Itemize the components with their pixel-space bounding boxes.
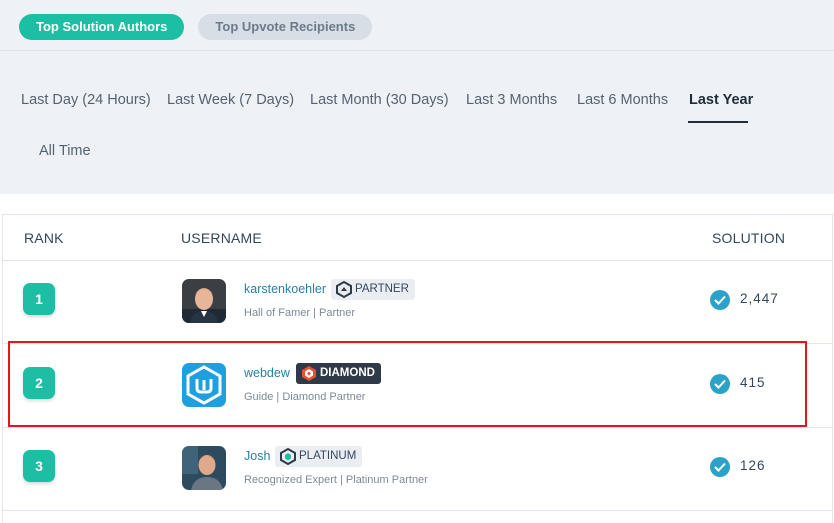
active-period-underline: [688, 121, 748, 123]
username-link[interactable]: webdew: [244, 366, 290, 380]
solution-count: 415: [740, 375, 766, 390]
check-icon: [710, 290, 730, 310]
tab-top-upvote-recipients[interactable]: Top Upvote Recipients: [198, 14, 373, 40]
leaderboard-tabs: Top Solution Authors Top Upvote Recipien…: [19, 14, 373, 40]
solution-count: 126: [740, 458, 766, 473]
rank-badge: 3: [23, 450, 55, 482]
partner-hexagon-icon: [336, 281, 352, 298]
avatar[interactable]: [182, 279, 226, 323]
badge-label: DIAMOND: [320, 367, 375, 379]
period-last-year[interactable]: Last Year: [689, 92, 753, 108]
partner-badge: PARTNER: [331, 279, 415, 300]
diamond-hexagon-icon: [302, 366, 316, 381]
period-all-time[interactable]: All Time: [39, 143, 91, 159]
filter-panel: Top Solution Authors Top Upvote Recipien…: [0, 0, 834, 194]
period-last-month[interactable]: Last Month (30 Days): [310, 92, 449, 108]
rank-badge: 2: [23, 367, 55, 399]
username-link[interactable]: Josh: [244, 449, 270, 463]
column-header-solution: SOLUTION: [712, 230, 786, 246]
avatar[interactable]: [182, 446, 226, 490]
check-icon: [710, 374, 730, 394]
period-last-week[interactable]: Last Week (7 Days): [167, 92, 294, 108]
platinum-hexagon-icon: [280, 448, 296, 465]
username-link[interactable]: karstenkoehler: [244, 282, 326, 296]
avatar[interactable]: [182, 363, 226, 407]
table-row: 3 Josh PLATINUM Recognized Expert | Plat…: [3, 428, 832, 511]
badge-label: PARTNER: [355, 283, 409, 295]
column-header-username: USERNAME: [181, 230, 262, 246]
leaderboard-table: RANK USERNAME SOLUTION 1 karstenkoehler …: [2, 214, 833, 523]
check-icon: [710, 457, 730, 477]
user-rank-subtitle: Guide | Diamond Partner: [244, 391, 366, 403]
platinum-badge: PLATINUM: [275, 446, 363, 467]
rank-badge: 1: [23, 283, 55, 315]
user-rank-subtitle: Recognized Expert | Platinum Partner: [244, 474, 428, 486]
solution-count: 2,447: [740, 291, 779, 306]
period-last-3-months[interactable]: Last 3 Months: [466, 92, 557, 108]
tab-top-solution-authors[interactable]: Top Solution Authors: [19, 14, 185, 40]
column-header-rank: RANK: [24, 230, 64, 246]
period-last-day[interactable]: Last Day (24 Hours): [21, 92, 151, 108]
table-row: 1 karstenkoehler PARTNER Hall of Famer |…: [3, 261, 832, 344]
table-row: 2 webdew DIAMOND Guide | Diamond Partner…: [3, 345, 832, 428]
user-rank-subtitle: Hall of Famer | Partner: [244, 307, 356, 319]
period-last-6-months[interactable]: Last 6 Months: [577, 92, 668, 108]
diamond-badge: DIAMOND: [296, 363, 381, 384]
badge-label: PLATINUM: [299, 450, 357, 462]
divider: [0, 50, 834, 51]
